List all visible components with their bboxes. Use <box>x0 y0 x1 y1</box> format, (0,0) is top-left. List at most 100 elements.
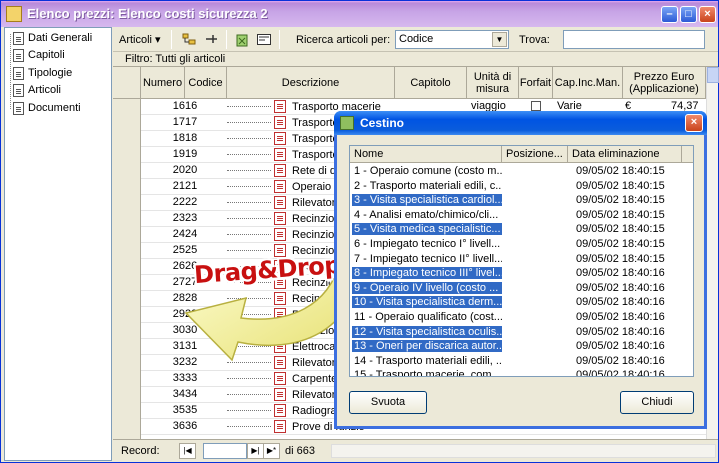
item-name: 4 - Analisi emato/chimico/cli... <box>354 208 499 221</box>
nav-item-label: Dati Generali <box>28 32 93 44</box>
tree-dots <box>227 154 271 155</box>
list-item[interactable]: 9 - Operaio IV livello (costo ... 09/05/0… <box>350 281 693 296</box>
list-item[interactable]: 7 - Impiegato tecnico II° livell... 09/05… <box>350 253 693 267</box>
nav-item-dati-generali[interactable]: Dati Generali <box>13 30 92 46</box>
nav-item-articoli[interactable]: Articoli <box>13 82 61 98</box>
tree-dots <box>227 250 271 251</box>
tree-expand-icon[interactable] <box>181 32 197 47</box>
minimize-button[interactable]: – <box>661 6 678 23</box>
grid-vertical-scrollbar[interactable] <box>706 67 719 439</box>
list-item[interactable]: 5 - Visita medica specialistic... 09/05/0… <box>350 223 693 237</box>
cell-numero: 28 <box>172 292 185 304</box>
header-descrizione[interactable]: Descrizione <box>227 67 395 99</box>
article-document-icon <box>274 356 286 369</box>
item-deletion-date: 09/05/02 18:40:16 <box>576 296 665 309</box>
item-deletion-date: 09/05/02 18:40:16 <box>576 354 665 367</box>
cell-codice: 16 <box>185 100 198 112</box>
header-prezzo-euro[interactable]: Prezzo Euro (Applicazione) <box>623 67 706 99</box>
tree-connector <box>10 34 11 109</box>
first-record-button[interactable]: |◀ <box>179 443 196 459</box>
tree-dots <box>227 234 271 235</box>
record-navigation-bar: Record: |◀ ▶| ▶* di 663 <box>113 439 718 462</box>
column-posizione[interactable]: Posizione... <box>502 146 568 163</box>
cell-codice: 21 <box>185 180 198 192</box>
cell-numero: 23 <box>172 212 185 224</box>
list-item[interactable]: 2 - Trasporto materiali edili, c... 09/05… <box>350 180 693 194</box>
list-item[interactable]: 12 - Visita specialistica oculis... 09/05… <box>350 325 693 340</box>
filter-bar: Filtro: Tutti gli articoli <box>113 52 718 67</box>
list-item[interactable]: 15 - Trasporto macerie, com... 09/05/02 1… <box>350 369 693 376</box>
item-name: 12 - Visita specialistica oculis... <box>352 325 502 338</box>
grid-header: Numero Codice Descrizione Capitolo Unità… <box>113 67 706 99</box>
title-bar[interactable]: Elenco prezzi: Elenco costi sicurezza 2 … <box>1 1 718 27</box>
article-document-icon <box>274 132 286 145</box>
list-item[interactable]: 14 - Trasporto materiali edili, ... 09/05… <box>350 355 693 369</box>
row-selector-column[interactable] <box>113 99 141 439</box>
close-button[interactable]: × <box>699 6 716 23</box>
chevron-down-icon[interactable]: ▼ <box>492 32 507 47</box>
nav-item-label: Documenti <box>28 102 81 114</box>
column-nome[interactable]: Nome <box>350 146 502 163</box>
cell-numero: 36 <box>172 420 185 432</box>
list-item[interactable]: 10 - Visita specialistica derm... 09/05/0… <box>350 296 693 310</box>
recycle-bin-icon[interactable] <box>234 32 250 47</box>
form-view-icon[interactable] <box>256 32 272 47</box>
maximize-button[interactable]: □ <box>680 6 697 23</box>
scroll-up-button[interactable] <box>707 67 719 83</box>
item-deletion-date: 09/05/02 18:40:16 <box>576 340 665 353</box>
dialog-close-button[interactable]: × <box>685 114 703 132</box>
dialog-title: Cestino <box>360 116 405 130</box>
list-item[interactable]: 3 - Visita specialistica cardiol... 09/05… <box>350 194 693 208</box>
nav-item-tipologie[interactable]: Tipologie <box>13 65 72 81</box>
search-by-dropdown[interactable]: Codice ▼ <box>395 30 509 49</box>
nav-item-documenti[interactable]: Documenti <box>13 100 81 116</box>
article-document-icon <box>274 292 286 305</box>
column-data-eliminazione[interactable]: Data eliminazione <box>568 146 682 163</box>
list-item[interactable]: 1 - Operaio comune (costo m... 09/05/02 1… <box>350 165 693 179</box>
article-document-icon <box>274 100 286 113</box>
tree-dots <box>227 346 271 347</box>
header-capitolo[interactable]: Capitolo <box>395 67 467 99</box>
toolbar-separator <box>171 30 172 49</box>
cell-codice: 28 <box>185 292 198 304</box>
cell-numero: 33 <box>172 372 185 384</box>
header-numero[interactable]: Numero <box>141 67 185 99</box>
cell-codice: 34 <box>185 388 198 400</box>
list-item[interactable]: 4 - Analisi emato/chimico/cli... 09/05/02… <box>350 209 693 223</box>
dialog-title-bar[interactable]: Cestino × <box>334 111 707 135</box>
chiudi-button[interactable]: Chiudi <box>620 391 694 414</box>
list-item[interactable]: 13 - Oneri per discarica autor... 09/05/0… <box>350 340 693 354</box>
tree-dots <box>227 106 271 107</box>
recycle-bin-icon <box>340 116 354 130</box>
deleted-items-list[interactable]: Nome Posizione... Data eliminazione 1 - … <box>349 145 694 377</box>
header-codice[interactable]: Codice <box>185 67 227 99</box>
next-record-button[interactable]: ▶| <box>247 443 264 459</box>
item-deletion-date: 09/05/02 18:40:15 <box>576 165 665 177</box>
grid-horizontal-scrollbar[interactable] <box>331 444 716 458</box>
last-record-button[interactable]: ▶* <box>263 443 280 459</box>
record-number-input[interactable] <box>203 443 247 459</box>
cell-numero: 32 <box>172 356 185 368</box>
nav-item-capitoli[interactable]: Capitoli <box>13 47 65 63</box>
articoli-menu-button[interactable]: Articoli ▾ <box>119 31 161 48</box>
svuota-button[interactable]: Svuota <box>349 391 427 414</box>
header-unita-di-misura[interactable]: Unità di misura <box>467 67 519 99</box>
cell-numero: 24 <box>172 228 185 240</box>
search-by-label: Ricerca articoli per: <box>296 33 391 46</box>
list-item[interactable]: 8 - Impiegato tecnico III° livel... 09/05… <box>350 267 693 281</box>
header-cap-inc-man[interactable]: Cap.Inc.Man. <box>553 67 623 99</box>
item-deletion-date: 09/05/02 18:40:15 <box>576 194 665 207</box>
item-name: 7 - Impiegato tecnico II° livell... <box>354 252 502 265</box>
cell-codice: 18 <box>185 132 198 144</box>
article-document-icon <box>274 324 286 337</box>
list-item[interactable]: 6 - Impiegato tecnico I° livell... 09/05/… <box>350 238 693 252</box>
find-label: Trova: <box>519 33 550 46</box>
pin-icon[interactable] <box>203 32 219 47</box>
article-document-icon <box>274 196 286 209</box>
find-input[interactable] <box>563 30 705 49</box>
header-forfait[interactable]: Forfait <box>519 67 553 99</box>
tree-dots <box>227 186 271 187</box>
cell-numero: 19 <box>172 148 185 160</box>
list-item[interactable]: 11 - Operaio qualificato (cost... 09/05/0… <box>350 311 693 325</box>
cell-numero: 22 <box>172 196 185 208</box>
